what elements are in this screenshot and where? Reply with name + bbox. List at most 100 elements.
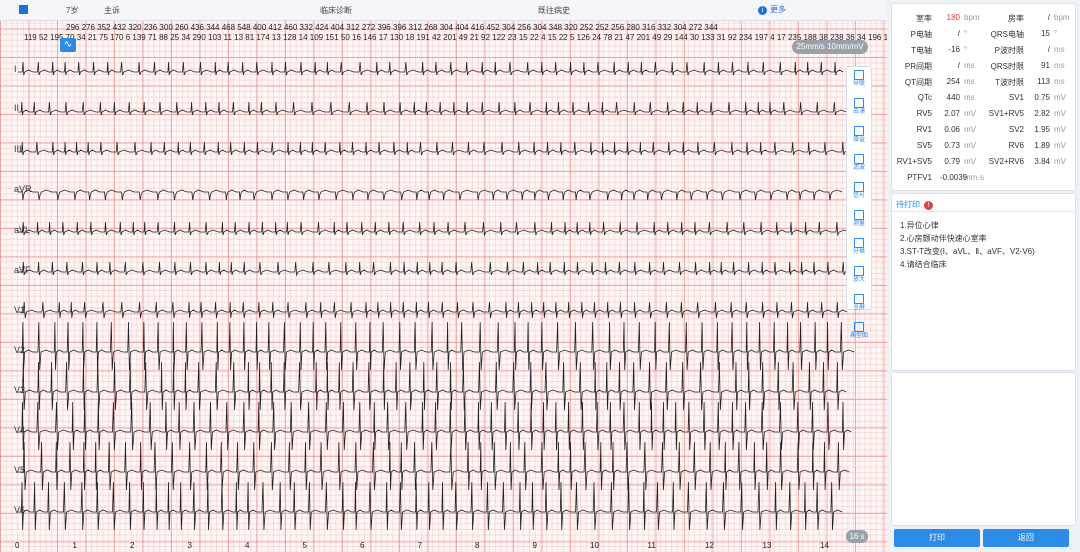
ecg-trace: [18, 321, 855, 371]
measurement-label: RV5: [916, 109, 932, 118]
tool-typical[interactable]: 典型图: [847, 322, 871, 347]
axis-tick: 7: [417, 541, 422, 550]
axis-tick: 8: [475, 541, 480, 550]
tool-fullscreen[interactable]: 全屏: [847, 294, 871, 319]
signal-icon: [854, 182, 864, 192]
axis-tick: 14: [820, 541, 829, 550]
axis-tick: 11: [647, 541, 656, 550]
measurement-value: 180: [946, 13, 960, 22]
measurement-row: RV1+SV5 0.79 mV SV2+RV6 3.84 mV: [892, 154, 1075, 170]
filter-icon: [854, 154, 864, 164]
measurement-unit: mV: [1054, 109, 1066, 118]
measurement-label: T波时限: [995, 78, 1024, 87]
tool-lead[interactable]: 导联: [847, 70, 871, 95]
gain-icon: [854, 126, 864, 136]
axis-tick: 10: [590, 541, 599, 550]
measurement-unit: ms: [964, 61, 975, 70]
measurement-unit: ms: [964, 77, 975, 86]
measurement-value: /: [1047, 45, 1050, 54]
measurement-unit: °: [964, 45, 968, 54]
tool-gain[interactable]: 增益: [847, 126, 871, 151]
print-button[interactable]: 打印: [894, 529, 980, 547]
measurement-label: QT间期: [904, 78, 932, 87]
ecg-canvas[interactable]: 7岁 主诉 临床诊断 既往病史 i 更多 296 276 352 432 320 …: [0, 0, 887, 552]
measurement-unit: mV: [964, 109, 976, 118]
back-button[interactable]: 返回: [983, 529, 1069, 547]
tool-grid[interactable]: 分格: [847, 238, 871, 263]
measurement-value: 0.06: [944, 125, 960, 134]
typical-icon: [854, 322, 864, 332]
notes-area[interactable]: [891, 372, 1076, 526]
axis-tick: 0: [15, 541, 20, 550]
axis-tick: 2: [130, 541, 135, 550]
diagnosis-line-3[interactable]: 3.ST-T改变(Ⅰ、aVL、Ⅱ、aVF、V2-V6): [900, 246, 1035, 257]
ecg-trace: [18, 101, 847, 116]
measurement-value: 0.75: [1034, 93, 1050, 102]
ecg-trace: [18, 361, 847, 411]
warning-icon: !: [924, 201, 933, 210]
time-badge: 16 s: [846, 530, 868, 543]
print-panel-header: 待打印!: [896, 199, 933, 210]
measurement-row: SV5 0.73 mV RV6 1.89 mV: [892, 138, 1075, 154]
diagnosis-line-4[interactable]: 4.请结合临床: [900, 259, 947, 270]
ecg-trace: [18, 189, 843, 201]
axis-tick: 5: [302, 541, 307, 550]
tool-signal[interactable]: 信号: [847, 182, 871, 207]
measurement-value: -16: [948, 45, 960, 54]
measurement-label: SV2: [1008, 125, 1024, 134]
measurement-label: QRS电轴: [990, 30, 1024, 39]
axis-tick: 3: [187, 541, 192, 550]
measurement-label: RV1+SV5: [896, 157, 932, 166]
measurement-row: QTc 440 ms SV1 0.75 mV: [892, 90, 1075, 106]
print-panel: 待打印! 1.异位心律 2.心房颤动伴快速心室率 3.ST-T改变(Ⅰ、aVL、…: [891, 193, 1076, 371]
measurement-unit: ms: [1054, 45, 1065, 54]
axis-tick: 9: [532, 541, 537, 550]
measurement-label: 房率: [1008, 14, 1024, 23]
measurement-unit: ms: [964, 93, 975, 102]
measurement-value: 15: [1041, 29, 1050, 38]
drift-icon: [854, 98, 864, 108]
fullscreen-icon: [854, 294, 864, 304]
ecg-trace: [18, 441, 850, 491]
grid-icon: [854, 238, 864, 248]
measurement-label: P电轴: [910, 30, 932, 39]
measurement-unit: ms: [1054, 77, 1065, 86]
measurement-unit: mV: [1054, 157, 1066, 166]
measurement-value: /: [957, 29, 960, 38]
tool-panel: 导联 去漂 增益 滤波 信号 测量 分格 放大 全屏 典型图: [846, 66, 872, 339]
measurement-value: 440: [946, 93, 960, 102]
measurement-row: PTFV1 -0.0039 mm·s: [892, 170, 1075, 186]
ecg-trace: [18, 301, 848, 319]
measurement-unit: mV: [964, 125, 976, 134]
measurement-unit: mV: [1054, 125, 1066, 134]
divider: [892, 211, 1075, 212]
measurement-value: 0.79: [944, 157, 960, 166]
measurement-label: RV1: [916, 125, 932, 134]
measurement-row: RV1 0.06 mV SV2 1.95 mV: [892, 122, 1075, 138]
diagnosis-line-1[interactable]: 1.异位心律: [900, 220, 939, 231]
axis-tick: 1: [72, 541, 77, 550]
tool-drift[interactable]: 去漂: [847, 98, 871, 123]
measurement-value: 113: [1037, 77, 1050, 86]
tool-measure[interactable]: 测量: [847, 210, 871, 235]
measurement-value: 91: [1041, 61, 1050, 70]
measurement-unit: bpm: [964, 13, 980, 22]
diagnosis-line-2[interactable]: 2.心房颤动伴快速心室率: [900, 233, 987, 244]
measurement-label: SV2+RV6: [988, 157, 1024, 166]
measurement-unit: ms: [1054, 61, 1065, 70]
ecg-trace: [18, 261, 855, 277]
tool-zoom[interactable]: 放大: [847, 266, 871, 291]
measurement-unit: mV: [964, 157, 976, 166]
ecg-waveforms: [18, 61, 855, 531]
measurement-unit: °: [964, 29, 968, 38]
measurement-label: T电轴: [911, 46, 932, 55]
axis-tick: 12: [705, 541, 714, 550]
tool-filter[interactable]: 滤波: [847, 154, 871, 179]
measurement-value: 1.89: [1034, 141, 1050, 150]
measurement-unit: °: [1054, 29, 1058, 38]
measurement-value: 2.07: [944, 109, 960, 118]
measure-icon: [854, 210, 864, 220]
axis-tick: 4: [245, 541, 250, 550]
zoom-icon: [854, 266, 864, 276]
measurement-value: /: [957, 61, 960, 70]
